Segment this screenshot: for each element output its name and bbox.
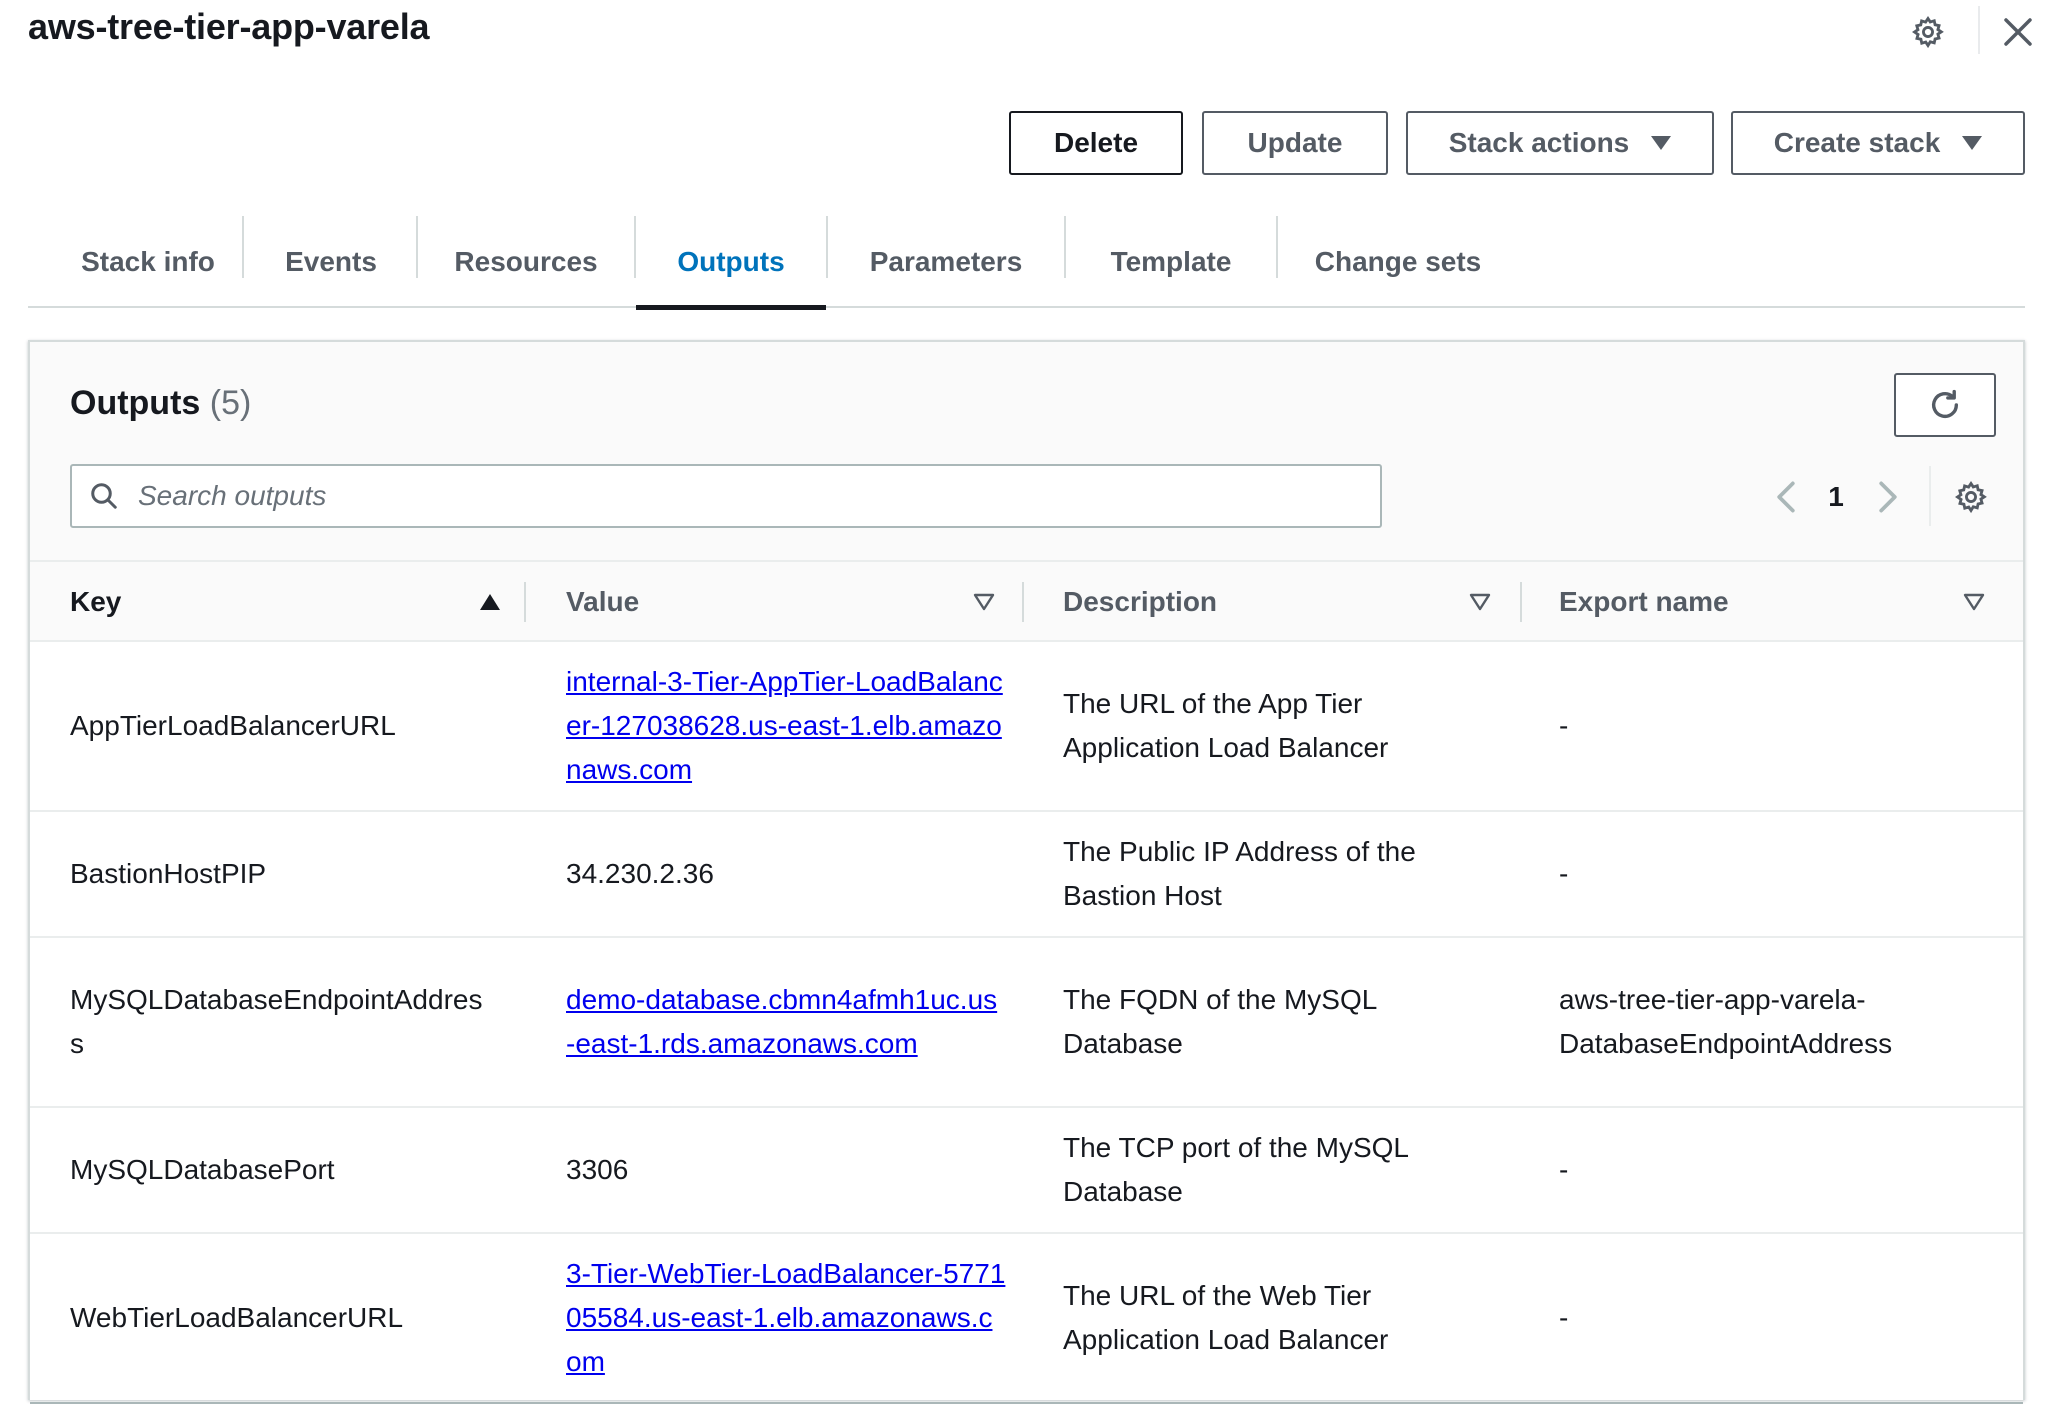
outputs-heading: Outputs (5) <box>70 384 251 423</box>
outputs-count: (5) <box>209 384 252 422</box>
refresh-button[interactable] <box>1894 373 1996 437</box>
tab-change-sets[interactable]: Change sets <box>1278 216 1518 308</box>
output-value-cell: 3-Tier-WebTier-LoadBalancer-577105584.us… <box>566 1234 1006 1402</box>
outputs-panel-header: Outputs (5) 1 <box>30 342 2023 562</box>
column-divider <box>1022 582 1024 622</box>
table-header: Key Value Description Export name <box>30 562 2023 642</box>
output-key: AppTierLoadBalancerURL <box>70 710 396 741</box>
output-value-cell: internal-3-Tier-AppTier-LoadBalancer-127… <box>566 642 1006 810</box>
page-title: aws-tree-tier-app-varela <box>28 6 430 47</box>
refresh-icon <box>1931 389 1959 418</box>
column-divider <box>524 582 526 622</box>
output-export-name: - <box>1559 710 1569 741</box>
table-preferences-gear-icon[interactable] <box>1946 472 1996 522</box>
search-icon <box>72 481 136 511</box>
column-header-export-name[interactable]: Export name <box>1559 562 1959 642</box>
update-button[interactable]: Update <box>1202 111 1388 175</box>
output-description: The TCP port of the MySQL Database <box>1063 1132 1408 1207</box>
table-row: WebTierLoadBalancerURL 3-Tier-WebTier-Lo… <box>30 1234 2023 1404</box>
column-header-description[interactable]: Description <box>1063 562 1463 642</box>
column-header-value[interactable]: Value <box>566 562 966 642</box>
sort-caret-down-icon[interactable] <box>1960 588 1988 616</box>
next-page-icon[interactable] <box>1868 472 1908 522</box>
stack-actions-button[interactable]: Stack actions <box>1406 111 1714 175</box>
tab-template[interactable]: Template <box>1066 216 1276 308</box>
sort-caret-down-icon[interactable] <box>970 588 998 616</box>
sort-ascending-icon[interactable] <box>476 588 504 616</box>
tab-events[interactable]: Events <box>244 216 418 308</box>
output-export-name: - <box>1559 858 1569 889</box>
table-row: BastionHostPIP 34.230.2.36 The Public IP… <box>30 812 2023 938</box>
gear-icon[interactable] <box>1906 10 1950 54</box>
delete-button[interactable]: Delete <box>1009 111 1183 175</box>
stack-tabs: Stack info Events Resources Outputs Para… <box>28 216 2025 310</box>
output-key: MySQLDatabaseEndpointAddress <box>70 984 483 1059</box>
column-divider <box>1520 582 1522 622</box>
output-value-cell: demo-database.cbmn4afmh1uc.us-east-1.rds… <box>566 938 1006 1106</box>
output-export-name: aws-tree-tier-app-varela-DatabaseEndpoin… <box>1559 984 1893 1059</box>
output-key: MySQLDatabasePort <box>70 1154 335 1185</box>
caret-down-icon <box>1651 136 1672 150</box>
output-value-link[interactable]: demo-database.cbmn4afmh1uc.us-east-1.rds… <box>566 978 1006 1066</box>
outputs-panel: Outputs (5) 1 <box>28 340 2025 1404</box>
tab-resources[interactable]: Resources <box>418 216 634 308</box>
output-key: WebTierLoadBalancerURL <box>70 1302 404 1333</box>
tab-outputs[interactable]: Outputs <box>636 216 826 310</box>
output-value-link[interactable]: internal-3-Tier-AppTier-LoadBalancer-127… <box>566 660 1006 792</box>
search-outputs-box <box>70 464 1382 528</box>
output-value: 34.230.2.36 <box>566 858 714 889</box>
output-value-link[interactable]: 3-Tier-WebTier-LoadBalancer-577105584.us… <box>566 1252 1006 1384</box>
output-export-name: - <box>1559 1302 1569 1333</box>
tab-stack-info[interactable]: Stack info <box>40 216 256 308</box>
update-button-label: Update <box>1247 127 1343 158</box>
delete-button-label: Delete <box>1053 127 1139 158</box>
outputs-title: Outputs <box>70 384 201 422</box>
output-description: The FQDN of the MySQL Database <box>1063 984 1377 1059</box>
sort-caret-down-icon[interactable] <box>1466 588 1494 616</box>
current-page-number[interactable]: 1 <box>1814 472 1858 522</box>
caret-down-icon <box>1962 136 1983 150</box>
table-row: MySQLDatabaseEndpointAddress demo-databa… <box>30 938 2023 1108</box>
column-header-key[interactable]: Key <box>70 562 490 642</box>
output-value: 3306 <box>566 1154 629 1185</box>
output-export-name: - <box>1559 1154 1569 1185</box>
output-description: The URL of the Web Tier Application Load… <box>1063 1280 1389 1355</box>
search-input[interactable] <box>136 468 1356 524</box>
output-key: BastionHostPIP <box>70 858 267 889</box>
pager-divider <box>1929 466 1931 526</box>
close-icon[interactable] <box>1994 8 2042 56</box>
output-description: The Public IP Address of the Bastion Hos… <box>1063 836 1416 911</box>
output-description: The URL of the App Tier Application Load… <box>1063 688 1389 763</box>
table-row: MySQLDatabasePort 3306 The TCP port of t… <box>30 1108 2023 1234</box>
create-stack-label: Create stack <box>1773 127 1941 158</box>
table-row: AppTierLoadBalancerURL internal-3-Tier-A… <box>30 642 2023 812</box>
stack-actions-label: Stack actions <box>1448 127 1630 158</box>
tab-parameters[interactable]: Parameters <box>828 216 1064 308</box>
previous-page-icon[interactable] <box>1766 472 1806 522</box>
create-stack-button[interactable]: Create stack <box>1731 111 2025 175</box>
table-body: AppTierLoadBalancerURL internal-3-Tier-A… <box>30 642 2023 1404</box>
header-divider <box>1978 6 1980 54</box>
